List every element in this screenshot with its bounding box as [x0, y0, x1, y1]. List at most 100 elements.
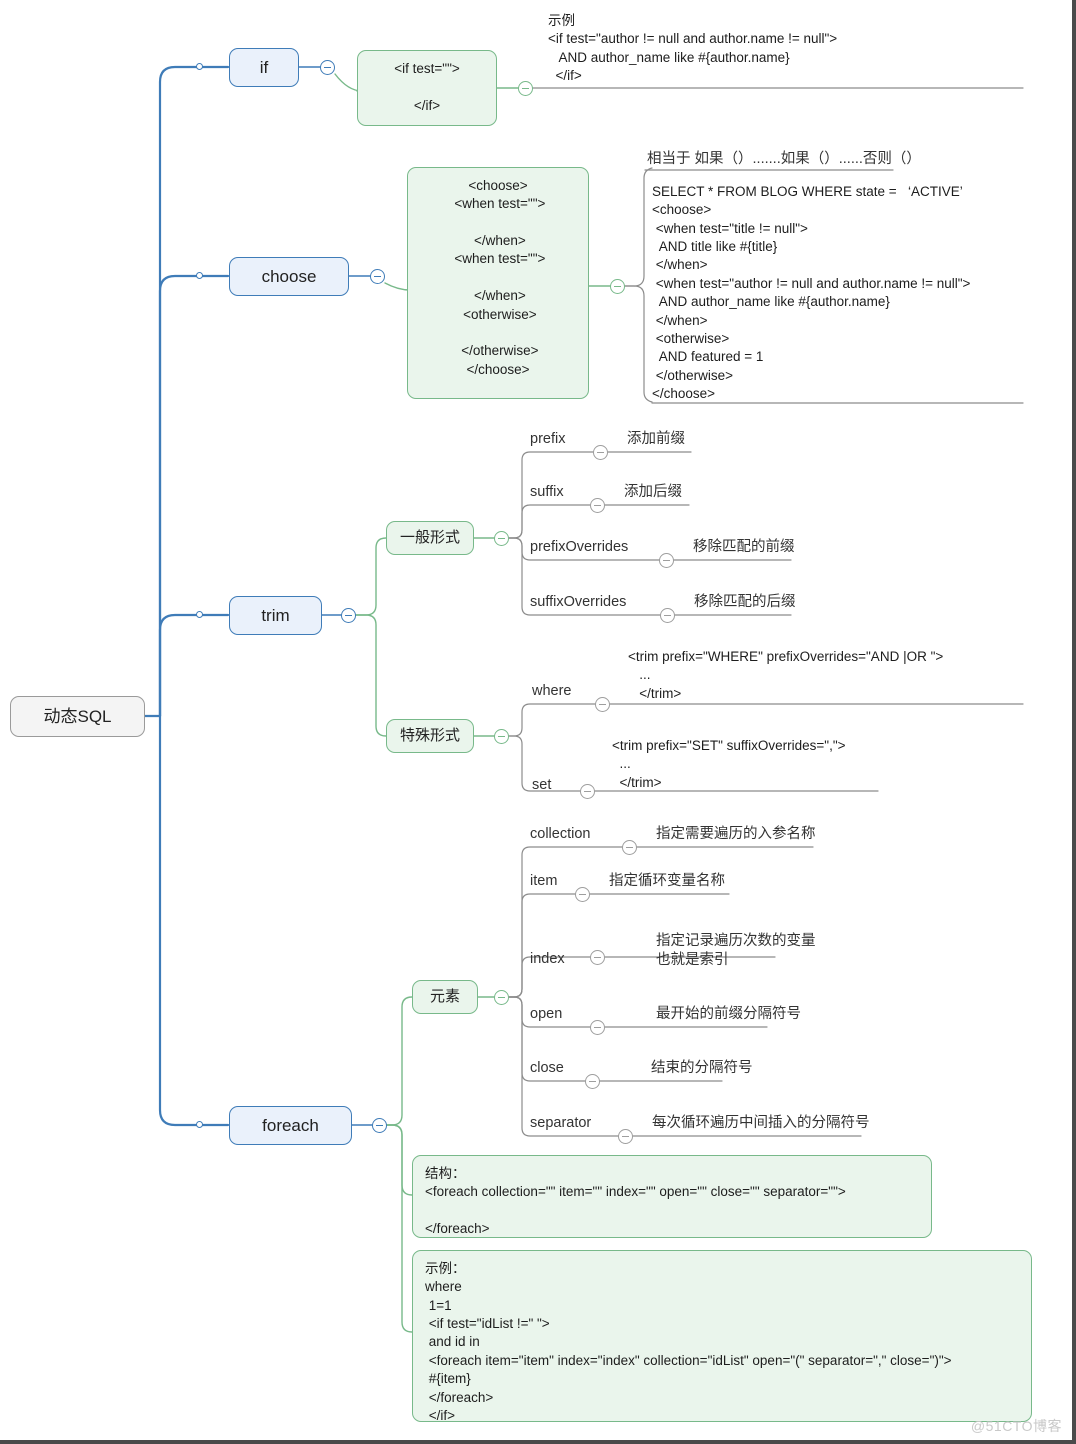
branch-dot-choose[interactable]: [196, 272, 203, 279]
attr-label-index: index: [530, 950, 565, 969]
special-code-set-text: <trim prefix="SET" suffixOverrides=","> …: [612, 738, 846, 790]
special-code-set: <trim prefix="SET" suffixOverrides=","> …: [612, 737, 846, 792]
code-box-choose-text: <choose> <when test=""> </when> <when te…: [454, 178, 546, 377]
special-label-set-text: set: [532, 777, 552, 793]
collapse-toggle-trim-general[interactable]: [494, 531, 509, 546]
attr-label-separator: separator: [530, 1114, 591, 1133]
branch-dot-if[interactable]: [196, 63, 203, 70]
code-box-choose[interactable]: <choose> <when test=""> </when> <when te…: [407, 167, 589, 399]
code-box-foreach-example[interactable]: 示例： where 1=1 <if test="idList !=" "> an…: [412, 1250, 1032, 1423]
attr-label-suffixoverrides: suffixOverrides: [530, 593, 626, 612]
branch-node-trim-label: trim: [261, 605, 290, 625]
example-text-choose: SELECT * FROM BLOG WHERE state = ‘ACTIVE…: [652, 183, 970, 403]
collapse-toggle-choose-example[interactable]: [610, 279, 625, 294]
attr-desc-prefix-text: 添加前缀: [627, 431, 685, 447]
attr-desc-separator-text: 每次循环遍历中间插入的分隔符号: [652, 1115, 870, 1131]
branch-node-choose[interactable]: choose: [229, 257, 349, 296]
collapse-toggle-collection[interactable]: [622, 840, 637, 855]
code-box-if-text: <if test=""> </if>: [394, 61, 460, 113]
attr-desc-collection: 指定需要遍历的入参名称: [656, 825, 816, 844]
note-text-choose: 相当于 如果（）.......如果（）......否则（）: [647, 150, 921, 169]
code-box-foreach-structure-text: 结构： <foreach collection="" item="" index…: [425, 1166, 846, 1237]
collapse-toggle-index[interactable]: [590, 950, 605, 965]
branch-node-if[interactable]: if: [229, 48, 299, 87]
attr-desc-close-text: 结束的分隔符号: [651, 1060, 753, 1076]
collapse-toggle-set[interactable]: [580, 784, 595, 799]
branch-node-trim[interactable]: trim: [229, 596, 322, 635]
branch-node-foreach[interactable]: foreach: [229, 1106, 352, 1145]
example-text-choose-content: SELECT * FROM BLOG WHERE state = ‘ACTIVE…: [652, 184, 971, 401]
subnode-foreach-elements[interactable]: 元素: [412, 980, 478, 1014]
example-text-if-content: 示例 <if test="author != null and author.n…: [548, 13, 838, 84]
attr-label-suffixoverrides-text: suffixOverrides: [530, 594, 627, 610]
attr-label-close: close: [530, 1059, 564, 1078]
attr-desc-suffix-text: 添加后缀: [624, 484, 682, 500]
collapse-toggle-trim[interactable]: [341, 608, 356, 623]
attr-desc-suffixoverrides: 移除匹配的后缀: [694, 593, 796, 612]
collapse-toggle-open[interactable]: [590, 1020, 605, 1035]
attr-label-prefixoverrides: prefixOverrides: [530, 538, 628, 557]
collapse-toggle-close[interactable]: [585, 1074, 600, 1089]
attr-desc-index: 指定记录遍历次数的变量 也就是索引: [656, 932, 816, 971]
collapse-toggle-prefix[interactable]: [593, 445, 608, 460]
note-text-choose-content: 相当于 如果（）.......如果（）......否则（）: [647, 151, 921, 167]
branch-dot-trim[interactable]: [196, 611, 203, 618]
collapse-toggle-if[interactable]: [320, 60, 335, 75]
attr-desc-open: 最开始的前缀分隔符号: [656, 1005, 801, 1024]
attr-desc-item: 指定循环变量名称: [609, 872, 725, 891]
attr-label-suffix: suffix: [530, 483, 564, 502]
attr-label-separator-text: separator: [530, 1115, 592, 1131]
attr-desc-index-text: 指定记录遍历次数的变量 也就是索引: [656, 933, 816, 969]
attr-label-prefix: prefix: [530, 430, 565, 449]
attr-label-item-text: item: [530, 873, 558, 889]
collapse-toggle-prefixoverrides[interactable]: [659, 553, 674, 568]
special-code-where: <trim prefix="WHERE" prefixOverrides="AN…: [628, 648, 943, 703]
branch-node-choose-label: choose: [261, 266, 317, 286]
attr-desc-item-text: 指定循环变量名称: [609, 873, 725, 889]
code-box-if[interactable]: <if test=""> </if>: [357, 50, 497, 126]
attr-label-open-text: open: [530, 1006, 563, 1022]
code-box-foreach-example-text: 示例： where 1=1 <if test="idList !=" "> an…: [425, 1261, 952, 1423]
watermark: @51CTO博客: [971, 1416, 1062, 1436]
attr-desc-prefixoverrides-text: 移除匹配的前缀: [693, 539, 795, 555]
attr-label-close-text: close: [530, 1060, 564, 1076]
special-code-where-text: <trim prefix="WHERE" prefixOverrides="AN…: [628, 649, 944, 701]
collapse-toggle-separator[interactable]: [618, 1129, 633, 1144]
collapse-toggle-where[interactable]: [595, 697, 610, 712]
special-label-where: where: [532, 682, 572, 701]
attr-desc-prefixoverrides: 移除匹配的前缀: [693, 538, 795, 557]
special-label-set: set: [532, 776, 551, 795]
root-node[interactable]: 动态SQL: [10, 696, 145, 737]
collapse-toggle-trim-special[interactable]: [494, 729, 509, 744]
subnode-trim-special[interactable]: 特殊形式: [386, 719, 474, 753]
collapse-toggle-suffixoverrides[interactable]: [660, 608, 675, 623]
subnode-foreach-elements-label: 元素: [429, 988, 460, 1006]
collapse-toggle-if-example[interactable]: [518, 81, 533, 96]
watermark-text: @51CTO博客: [970, 1418, 1062, 1434]
special-label-where-text: where: [532, 683, 572, 699]
attr-desc-collection-text: 指定需要遍历的入参名称: [656, 826, 816, 842]
mindmap-canvas: 动态SQL if <if test=""> </if> 示例 <if test=…: [0, 0, 1076, 1444]
collapse-toggle-foreach-elements[interactable]: [494, 990, 509, 1005]
attr-desc-suffixoverrides-text: 移除匹配的后缀: [694, 594, 796, 610]
attr-label-suffix-text: suffix: [530, 484, 564, 500]
collapse-toggle-suffix[interactable]: [590, 498, 605, 513]
attr-label-prefix-text: prefix: [530, 431, 566, 447]
branch-node-foreach-label: foreach: [262, 1115, 319, 1135]
collapse-toggle-item[interactable]: [575, 887, 590, 902]
attr-label-collection-text: collection: [530, 826, 591, 842]
collapse-toggle-choose[interactable]: [370, 269, 385, 284]
collapse-toggle-foreach[interactable]: [372, 1118, 387, 1133]
root-node-label: 动态SQL: [43, 706, 112, 726]
branch-node-if-label: if: [259, 57, 269, 77]
branch-dot-foreach[interactable]: [196, 1121, 203, 1128]
attr-label-prefixoverrides-text: prefixOverrides: [530, 539, 629, 555]
attr-desc-prefix: 添加前缀: [627, 430, 685, 449]
code-box-foreach-structure[interactable]: 结构： <foreach collection="" item="" index…: [412, 1155, 932, 1238]
subnode-trim-general[interactable]: 一般形式: [386, 521, 474, 555]
attr-label-open: open: [530, 1005, 562, 1024]
attr-label-item: item: [530, 872, 557, 891]
attr-label-index-text: index: [530, 951, 565, 967]
attr-desc-open-text: 最开始的前缀分隔符号: [656, 1006, 801, 1022]
example-text-if: 示例 <if test="author != null and author.n…: [548, 12, 837, 85]
